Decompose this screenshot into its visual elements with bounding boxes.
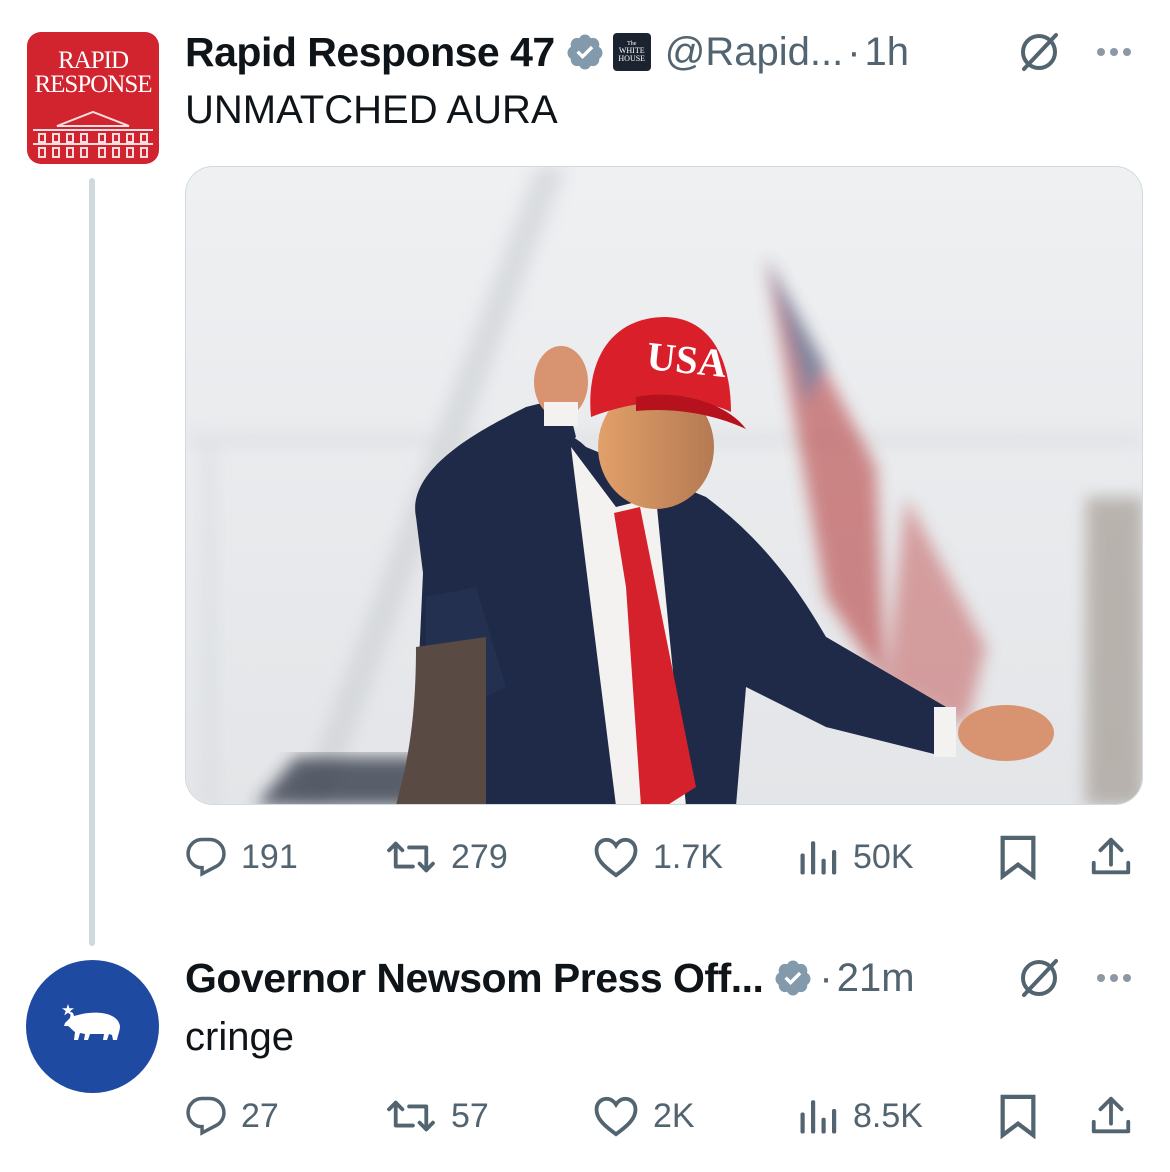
repost-count: 57 xyxy=(451,1096,489,1135)
repost-button[interactable]: 57 xyxy=(385,1086,489,1146)
like-count: 1.7K xyxy=(653,837,723,876)
author-name[interactable]: Governor Newsom Press Off... xyxy=(185,955,764,1002)
post-text: cringe xyxy=(185,1015,294,1059)
grok-icon[interactable] xyxy=(1016,955,1062,1001)
bookmark-button[interactable] xyxy=(998,827,1052,887)
post-image[interactable]: USA xyxy=(185,166,1143,805)
photo-illustration: USA xyxy=(186,167,1142,804)
post-timestamp[interactable]: 1h xyxy=(865,30,910,75)
bookmark-icon xyxy=(1000,1094,1036,1139)
hat-text: USA xyxy=(645,333,729,386)
reply-icon xyxy=(186,1096,226,1136)
reply-icon xyxy=(186,837,226,877)
like-icon xyxy=(594,1096,638,1137)
like-icon xyxy=(594,837,638,878)
views-button[interactable]: 50K xyxy=(797,827,914,887)
post-header: Governor Newsom Press Off... · 21m xyxy=(185,953,915,1003)
white-house-icon xyxy=(33,110,153,158)
post-actions: 27 57 2K 8.5K xyxy=(185,1086,1140,1146)
avatar-text-line-2: RESPONSE xyxy=(34,71,152,98)
repost-icon xyxy=(387,841,435,873)
reply-button[interactable]: 191 xyxy=(185,827,298,887)
repost-count: 279 xyxy=(451,837,508,876)
bookmark-icon xyxy=(1000,835,1036,880)
views-count: 50K xyxy=(853,837,914,876)
white-house-badge[interactable]: The WHITE HOUSE xyxy=(612,33,651,71)
reply-button[interactable]: 27 xyxy=(185,1086,279,1146)
avatar-text-line-1: RAPID xyxy=(57,47,129,74)
post-timestamp[interactable]: 21m xyxy=(837,956,915,1001)
separator-dot: · xyxy=(819,955,833,1000)
author-handle[interactable]: @Rapid... xyxy=(665,30,843,75)
thread-connector-line xyxy=(89,178,95,946)
verified-badge-icon[interactable] xyxy=(773,958,813,998)
grok-icon[interactable] xyxy=(1016,29,1062,75)
views-icon xyxy=(800,1100,837,1134)
views-icon xyxy=(800,841,837,875)
share-icon xyxy=(1091,837,1131,875)
reply-count: 27 xyxy=(241,1096,279,1135)
views-button[interactable]: 8.5K xyxy=(797,1086,923,1146)
badge-line-3: HOUSE xyxy=(618,54,646,63)
bookmark-button[interactable] xyxy=(998,1086,1052,1146)
share-button[interactable] xyxy=(1088,1086,1148,1146)
post-actions: 191 279 1.7K 50K xyxy=(185,827,1140,887)
star-icon xyxy=(62,1004,74,1016)
verified-badge-icon[interactable] xyxy=(565,32,605,72)
post-text: UNMATCHED AURA xyxy=(185,88,558,132)
separator-dot: · xyxy=(847,29,861,74)
avatar-governor-newsom[interactable] xyxy=(26,960,159,1093)
author-name[interactable]: Rapid Response 47 xyxy=(185,29,555,76)
like-button[interactable]: 1.7K xyxy=(593,827,723,887)
share-icon xyxy=(1091,1096,1131,1134)
more-icon[interactable] xyxy=(1097,48,1131,56)
repost-button[interactable]: 279 xyxy=(385,827,508,887)
like-button[interactable]: 2K xyxy=(593,1086,695,1146)
like-count: 2K xyxy=(653,1096,695,1135)
share-button[interactable] xyxy=(1088,827,1148,887)
more-icon[interactable] xyxy=(1097,974,1131,982)
post-header: Rapid Response 47 The WHITE HOUSE @Rapid… xyxy=(185,27,909,77)
avatar-rapid-response[interactable]: RAPID RESPONSE xyxy=(27,32,159,164)
repost-icon xyxy=(387,1100,435,1132)
views-count: 8.5K xyxy=(853,1096,923,1135)
reply-count: 191 xyxy=(241,837,298,876)
